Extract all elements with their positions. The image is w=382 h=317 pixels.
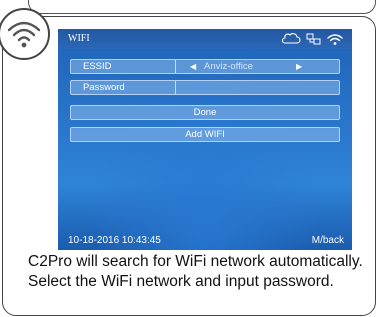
essid-label: ESSID: [83, 61, 112, 72]
wifi-badge: [0, 8, 50, 60]
network-icon: [306, 33, 321, 45]
device-screen: WIFI ESSID ◀ Anviz-office ▶ Password Don…: [58, 29, 352, 250]
password-input[interactable]: [176, 81, 339, 94]
right-arrow-icon[interactable]: ▶: [296, 60, 302, 73]
essid-selector[interactable]: ◀ Anviz-office ▶: [176, 60, 339, 73]
add-wifi-button[interactable]: Add WIFI: [70, 127, 340, 142]
done-button[interactable]: Done: [70, 105, 340, 120]
instruction-text: C2Pro will search for WiFi network autom…: [28, 253, 363, 290]
wifi-icon: [7, 21, 41, 48]
datetime: 10-18-2016 10:43:45: [68, 235, 161, 246]
essid-value: Anviz-office: [204, 61, 253, 72]
left-arrow-icon[interactable]: ◀: [190, 60, 196, 73]
password-label: Password: [83, 82, 125, 93]
cloud-icon: [282, 33, 301, 44]
status-icons: [282, 33, 343, 45]
top-card-outline: [28, 0, 376, 14]
essid-row[interactable]: ESSID ◀ Anviz-office ▶: [70, 59, 340, 74]
status-bar: WIFI: [58, 29, 352, 49]
screen-title: WIFI: [68, 33, 90, 44]
back-button[interactable]: M/back: [312, 235, 344, 246]
wifi-signal-icon: [327, 34, 343, 45]
password-row[interactable]: Password: [70, 80, 340, 95]
